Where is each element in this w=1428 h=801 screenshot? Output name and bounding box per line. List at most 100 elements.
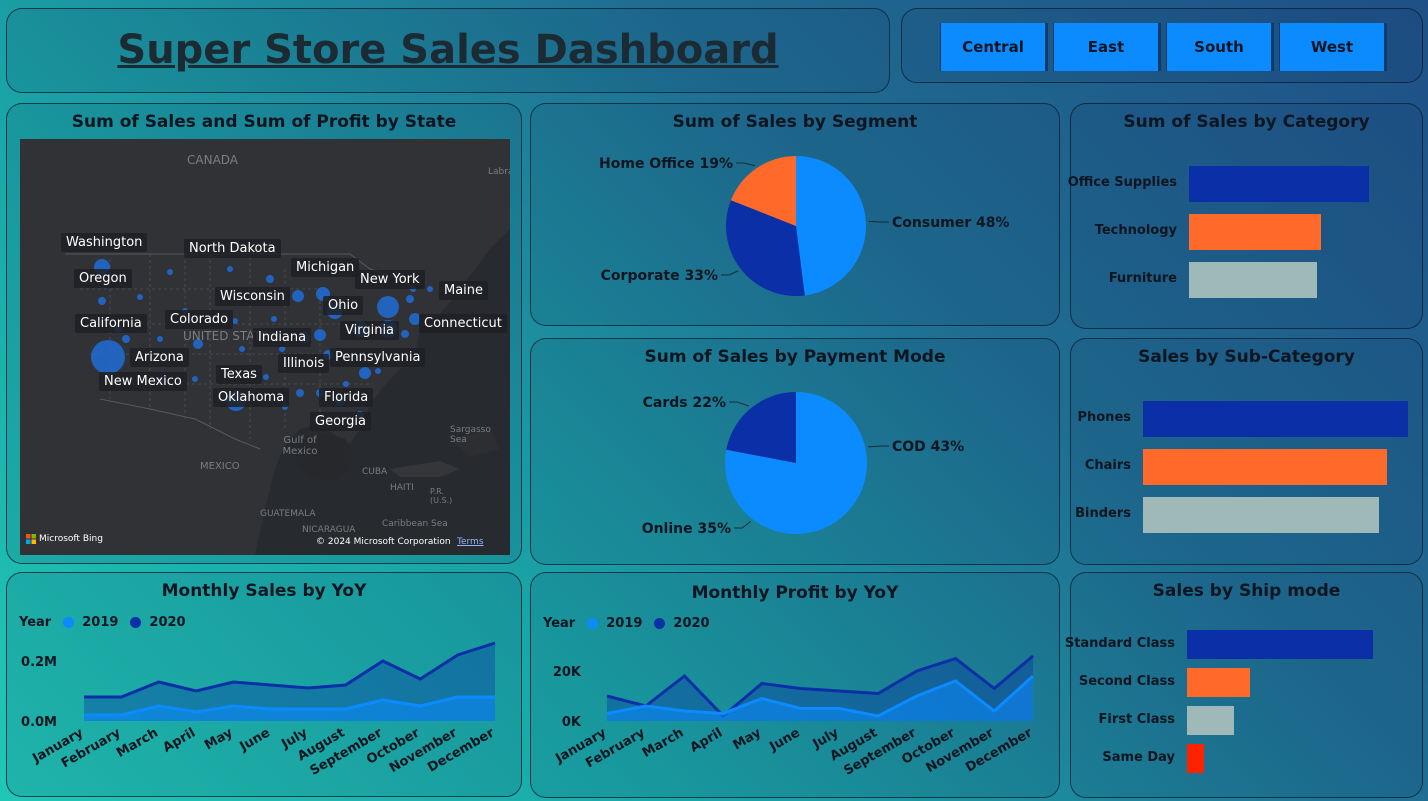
bar-label: Furniture xyxy=(1108,271,1177,286)
shipmode-bar-panel: Sales by Ship mode Standard Class Second … xyxy=(1065,572,1423,798)
pie-label: Online 35% xyxy=(642,521,731,537)
pie-label: Cards 22% xyxy=(643,395,726,411)
state-label-michigan[interactable]: Michigan xyxy=(291,258,360,277)
bar[interactable] xyxy=(1143,497,1379,533)
pie-leader-line xyxy=(729,401,749,407)
x-tick-label: April xyxy=(688,725,726,755)
map-label-cuba: CUBA xyxy=(362,467,388,477)
state-label-pennsylvania[interactable]: Pennsylvania xyxy=(330,348,426,367)
state-label-connecticut[interactable]: Connecticut xyxy=(419,314,507,333)
map-label-haiti: HAITI xyxy=(390,483,414,493)
y-tick-label: 0.0M xyxy=(21,715,57,730)
bar-label: Technology xyxy=(1094,223,1177,238)
bar[interactable] xyxy=(1187,706,1234,735)
x-tick-label: May xyxy=(202,725,236,753)
state-label-arizona[interactable]: Arizona xyxy=(130,348,189,367)
attribution-text: Microsoft Bing xyxy=(39,534,103,544)
map-copyright: © 2024 Microsoft Corporation xyxy=(316,537,451,547)
state-label-indiana[interactable]: Indiana xyxy=(253,328,312,347)
bar-label: First Class xyxy=(1098,711,1175,727)
map-label-mexico: MEXICO xyxy=(200,461,240,472)
payment-pie-panel: Sum of Sales by Payment Mode COD 43% Onli… xyxy=(530,338,1060,565)
region-button-east[interactable]: East xyxy=(1053,23,1161,71)
microsoft-logo-icon xyxy=(26,534,36,544)
pie-leader-line xyxy=(736,162,756,167)
state-label-texas[interactable]: Texas xyxy=(216,365,262,384)
category-title: Sum of Sales by Category xyxy=(1123,112,1370,132)
x-tick-label: June xyxy=(237,725,273,755)
pie-leader-line xyxy=(868,445,889,448)
x-tick-label: June xyxy=(766,725,802,755)
region-slicer: Central East South West xyxy=(901,8,1423,83)
bar-label: Phones xyxy=(1077,410,1131,425)
bar[interactable] xyxy=(1187,744,1204,773)
state-label-california[interactable]: California xyxy=(75,314,147,333)
state-label-new-mexico[interactable]: New Mexico xyxy=(99,372,187,391)
map-label-canada: CANADA xyxy=(187,153,239,167)
bar-label: Second Class xyxy=(1078,673,1175,689)
state-label-georgia[interactable]: Georgia xyxy=(310,412,371,431)
region-button-central[interactable]: Central xyxy=(940,23,1048,71)
map-label-caribbean: Caribbean Sea xyxy=(382,519,448,529)
title-panel: Super Store Sales Dashboard xyxy=(6,8,890,93)
state-label-illinois[interactable]: Illinois xyxy=(278,354,330,373)
region-button-west[interactable]: West xyxy=(1279,23,1387,71)
cuba-shape xyxy=(390,461,460,477)
map-label-pr: P.R. (U.S.) xyxy=(430,487,453,505)
state-label-oklahoma[interactable]: Oklahoma xyxy=(213,388,290,407)
x-tick-label: May xyxy=(731,725,765,753)
shipmode-title: Sales by Ship mode xyxy=(1152,581,1341,601)
pie-label: Home Office 19% xyxy=(599,156,733,172)
state-label-washington[interactable]: Washington xyxy=(61,233,148,252)
state-map[interactable]: CANADA UNITED STATES MEXICO CUBA HAITI G… xyxy=(20,139,510,555)
state-label-wisconsin[interactable]: Wisconsin xyxy=(215,287,290,306)
region-button-south[interactable]: South xyxy=(1166,23,1274,71)
segment-pie-chart[interactable]: Consumer 48% Corporate 33% Home Office 19% xyxy=(531,104,1059,325)
subcategory-bar-panel: Sales by Sub-Category Phones Chairs Binder… xyxy=(1070,338,1423,565)
pie-label: Corporate 33% xyxy=(601,268,718,284)
payment-pie-chart[interactable]: COD 43% Online 35% Cards 22% xyxy=(531,339,1059,564)
state-label-colorado[interactable]: Colorado xyxy=(165,310,234,329)
pie-leader-line xyxy=(721,270,739,276)
bar[interactable] xyxy=(1189,166,1370,202)
map-label-guatemala: GUATEMALA xyxy=(260,509,316,519)
bar[interactable] xyxy=(1143,449,1387,485)
y-tick-label: 0.2M xyxy=(21,655,57,670)
map-title: Sum of Sales and Sum of Profit by State xyxy=(71,112,457,132)
category-bar-panel: Sum of Sales by Category Office Supplies… xyxy=(1067,103,1423,329)
state-label-ohio[interactable]: Ohio xyxy=(323,296,364,315)
bar[interactable] xyxy=(1189,214,1321,250)
map-label-gulf: Gulf of Mexico xyxy=(282,435,318,457)
segment-pie-panel: Sum of Sales by Segment Consumer 48% Corp… xyxy=(530,103,1060,326)
x-tick-label: April xyxy=(161,725,199,755)
map-label-labrador: Labrador xyxy=(488,167,510,177)
monthly-profit-chart[interactable]: 0K20KJanuaryFebruaryMarch April May June Jul… xyxy=(531,573,1059,797)
bar[interactable] xyxy=(1187,668,1251,697)
bar-label: Binders xyxy=(1075,506,1131,521)
state-label-florida[interactable]: Florida xyxy=(319,388,374,407)
state-label-north-dakota[interactable]: North Dakota xyxy=(184,239,281,258)
bar-label: Same Day xyxy=(1102,749,1175,765)
monthly-profit-panel: Monthly Profit by YoY Year 2019 2020 0K 2… xyxy=(530,572,1060,798)
state-label-new-york[interactable]: New York xyxy=(355,270,425,289)
bar[interactable] xyxy=(1143,401,1408,437)
x-tick-label: March xyxy=(114,725,161,761)
bar[interactable] xyxy=(1189,262,1317,298)
state-label-oregon[interactable]: Oregon xyxy=(74,269,132,288)
pie-leader-line xyxy=(868,220,889,223)
page-title: Super Store Sales Dashboard xyxy=(117,27,779,73)
bing-attribution: Microsoft Bing xyxy=(26,534,103,544)
subcategory-title: Sales by Sub-Category xyxy=(1138,347,1355,367)
state-label-maine[interactable]: Maine xyxy=(439,281,489,300)
monthly-sales-chart[interactable]: 0.0M0.2MJanuaryFebruaryMarch April May June… xyxy=(7,573,521,796)
bar[interactable] xyxy=(1187,630,1373,659)
pie-label: COD 43% xyxy=(892,439,964,455)
bar-label: Office Supplies xyxy=(1067,175,1177,190)
state-label-virginia[interactable]: Virginia xyxy=(340,321,400,340)
pie-leader-line xyxy=(734,521,751,529)
bar-label: Chairs xyxy=(1084,458,1131,473)
map-terms-link[interactable]: Terms xyxy=(457,537,484,547)
map-panel: Sum of Sales and Sum of Profit by State xyxy=(6,103,522,564)
pie-slice[interactable] xyxy=(796,156,866,296)
bar-label: Standard Class xyxy=(1064,635,1175,651)
